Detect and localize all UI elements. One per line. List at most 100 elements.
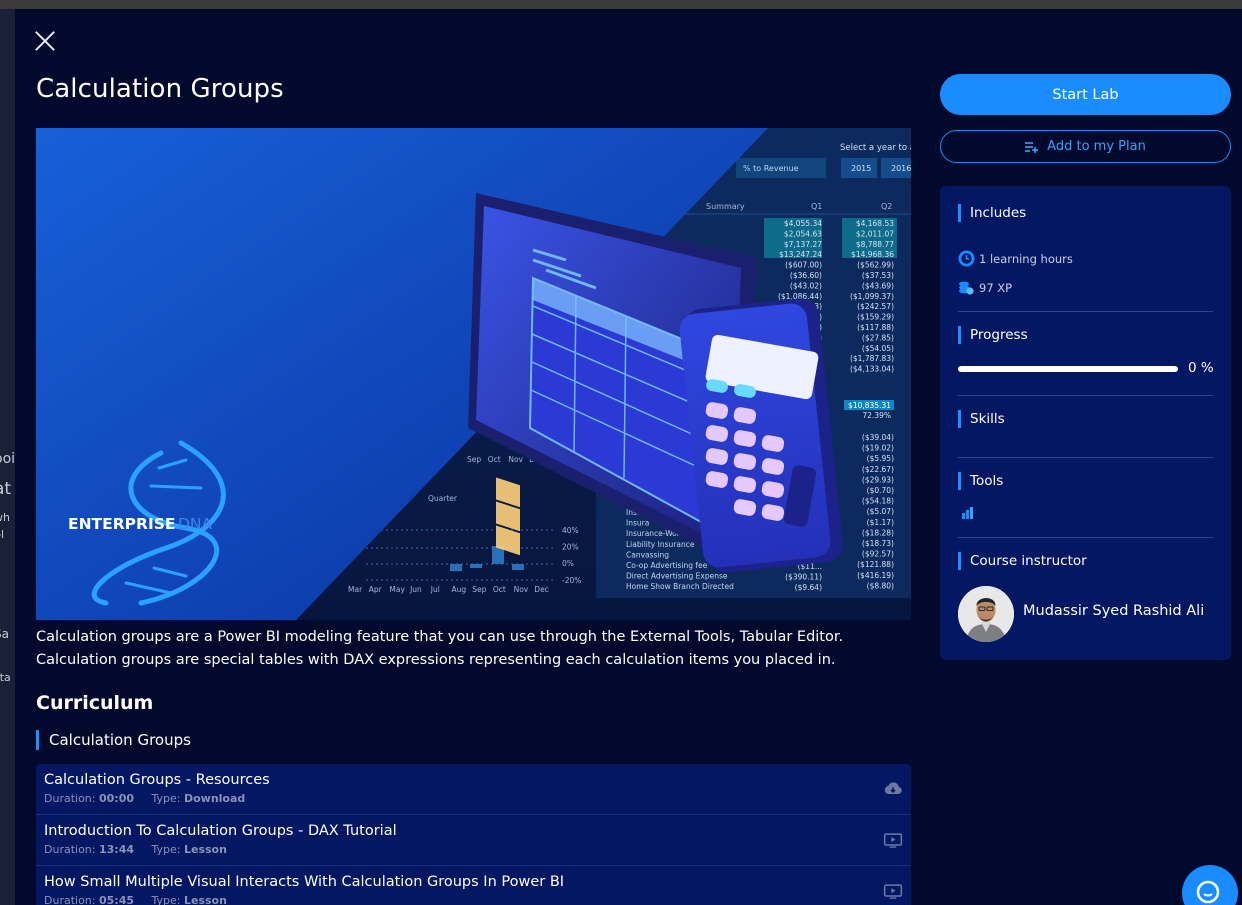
hero-year-2: 2016 <box>891 164 911 173</box>
hero-lower-q2-value: ($0.70) <box>867 486 894 495</box>
lesson-duration: 13:44 <box>98 843 134 856</box>
learning-hours-row: 1 learning hours <box>958 250 1073 267</box>
close-icon[interactable] <box>34 30 56 52</box>
enterprise-brand-text: ENTERPRISE <box>68 515 175 533</box>
progress-bar <box>958 366 1178 372</box>
page-title: Calculation Groups <box>36 74 284 104</box>
instructor-name[interactable]: Mudassir Syed Rashid Ali <box>1023 603 1204 619</box>
hero-lower-q2-value: ($92.57) <box>862 550 894 559</box>
add-to-plan-button[interactable]: Add to my Plan <box>940 130 1231 163</box>
lesson-type: Lesson <box>183 843 227 856</box>
hero-top-month: Nov <box>508 455 523 464</box>
hero-lower-q1-value: ($9.64) <box>795 583 822 592</box>
video-play-icon[interactable] <box>883 831 903 849</box>
hero-pct-tick: 20% <box>562 543 579 552</box>
avatar <box>958 586 1014 642</box>
cloud-download-icon[interactable] <box>883 780 903 798</box>
hero-illustration: % to Revenue Select a year to ar 2015 20… <box>36 128 911 620</box>
background-page-strip: ooi at wh bl Sa sta <box>0 9 15 905</box>
background-text-fragment: Sa <box>0 627 9 641</box>
lesson-title: Calculation Groups - Resources <box>44 772 270 788</box>
background-text-fragment: sta <box>0 671 11 684</box>
hero-lower-label: Liability Insurance <box>626 540 695 549</box>
instructor-avatar[interactable] <box>958 586 1014 642</box>
lesson-meta: Duration: 00:00 Type: Download <box>44 792 911 805</box>
lesson-item[interactable]: Introduction To Calculation Groups - DAX… <box>36 815 911 866</box>
hero-pct-tick: -20% <box>562 576 581 585</box>
lesson-list: Calculation Groups - Resources Duration:… <box>36 764 911 905</box>
divider <box>958 395 1213 396</box>
hero-year-1: 2015 <box>851 164 871 173</box>
hero-q2-value: ($43.69) <box>862 281 894 290</box>
lesson-meta: Duration: 13:44 Type: Lesson <box>44 843 911 856</box>
divider <box>958 537 1213 538</box>
hero-q1-value: ($43.02) <box>790 281 822 290</box>
hero-lower-q2-value: ($54.18) <box>862 497 894 506</box>
hero-col-q1: Q1 <box>811 202 822 211</box>
includes-heading: Includes <box>958 204 1026 222</box>
lesson-item[interactable]: Calculation Groups - Resources Duration:… <box>36 764 911 815</box>
hero-lower-q2-value: ($18.28) <box>862 528 894 537</box>
chat-support-icon[interactable] <box>1182 865 1238 905</box>
xp-row: 97 XP <box>958 280 1012 296</box>
hero-lower-q2-value: ($39.04) <box>862 433 894 442</box>
hero-lower-q2-value: ($18.73) <box>862 539 894 548</box>
hero-q2-value: ($54.05) <box>862 344 894 353</box>
type-label: Type: <box>151 792 181 805</box>
hero-pct-tick: 0% <box>562 559 574 568</box>
hero-q2-value: ($117.88) <box>857 323 894 332</box>
progress-heading: Progress <box>958 326 1028 344</box>
hero-top-month: Oct <box>488 455 501 464</box>
hero-lower-q1-value: ($390.11) <box>785 573 822 582</box>
background-text-fragment: wh <box>0 511 10 524</box>
video-play-icon[interactable] <box>883 882 903 900</box>
instructor-heading: Course instructor <box>958 552 1087 570</box>
coins-icon <box>959 281 974 295</box>
hero-lower-q2-value: ($5.95) <box>867 454 894 463</box>
browser-top-bar <box>0 0 1242 9</box>
dna-brand-text: DNA <box>178 515 213 533</box>
hero-bottom-month: Dec <box>534 585 549 594</box>
lesson-duration: 05:45 <box>98 894 134 905</box>
hero-top-month: Sep <box>467 455 481 464</box>
course-hero-image: % to Revenue Select a year to ar 2015 20… <box>36 128 911 620</box>
calculator-illustration-icon <box>679 298 843 573</box>
playlist-add-icon <box>1025 141 1039 153</box>
hero-lower-q2-value: ($8.80) <box>867 581 894 590</box>
hero-q2-value: ($1,787.83) <box>850 354 894 363</box>
hero-bottom-month: Mar <box>348 585 363 594</box>
lesson-item[interactable]: How Small Multiple Visual Interacts With… <box>36 866 911 905</box>
hero-q1-value: ($36.60) <box>790 271 822 280</box>
hero-q1-value: $2,054.63 <box>784 229 822 238</box>
curriculum-heading: Curriculum <box>36 692 154 714</box>
type-label: Type: <box>151 894 181 905</box>
lesson-title: How Small Multiple Visual Interacts With… <box>44 874 565 890</box>
lesson-title: Introduction To Calculation Groups - DAX… <box>44 823 397 839</box>
lesson-type: Lesson <box>183 894 227 905</box>
hero-q2-value: $4,168.53 <box>856 219 894 228</box>
hero-col-q2: Q2 <box>881 202 892 211</box>
hero-bottom-month: Jun <box>409 585 422 594</box>
tools-heading: Tools <box>958 472 1003 490</box>
hero-bottom-month: Apr <box>369 585 383 594</box>
add-to-plan-label: Add to my Plan <box>1047 139 1146 154</box>
hero-quarter-label: Quarter <box>428 494 458 503</box>
hero-q2-value: $2,011.07 <box>856 229 894 238</box>
divider <box>958 457 1213 458</box>
hero-tab-label: % to Revenue <box>743 164 799 173</box>
lesson-meta: Duration: 05:45 Type: Lesson <box>44 894 911 905</box>
lesson-duration: 00:00 <box>98 792 134 805</box>
hero-bottom-month: Jul <box>430 585 440 594</box>
skills-heading: Skills <box>958 410 1005 428</box>
duration-label: Duration: <box>44 843 96 856</box>
hero-highlight-value: $10,835.31 <box>848 401 891 410</box>
power-bi-icon[interactable] <box>960 506 974 520</box>
hero-bottom-month: Sep <box>472 585 486 594</box>
hero-lower-q2-value: ($22.67) <box>862 465 894 474</box>
course-description: Calculation groups are a Power BI modeli… <box>36 629 844 668</box>
hero-q2-value: $8,788.77 <box>856 240 894 249</box>
hero-highlight-pct: 72.39% <box>862 411 891 420</box>
background-text-fragment: bl <box>0 528 5 541</box>
learning-hours-text: 1 learning hours <box>979 251 1073 266</box>
start-lab-button[interactable]: Start Lab <box>940 74 1231 115</box>
